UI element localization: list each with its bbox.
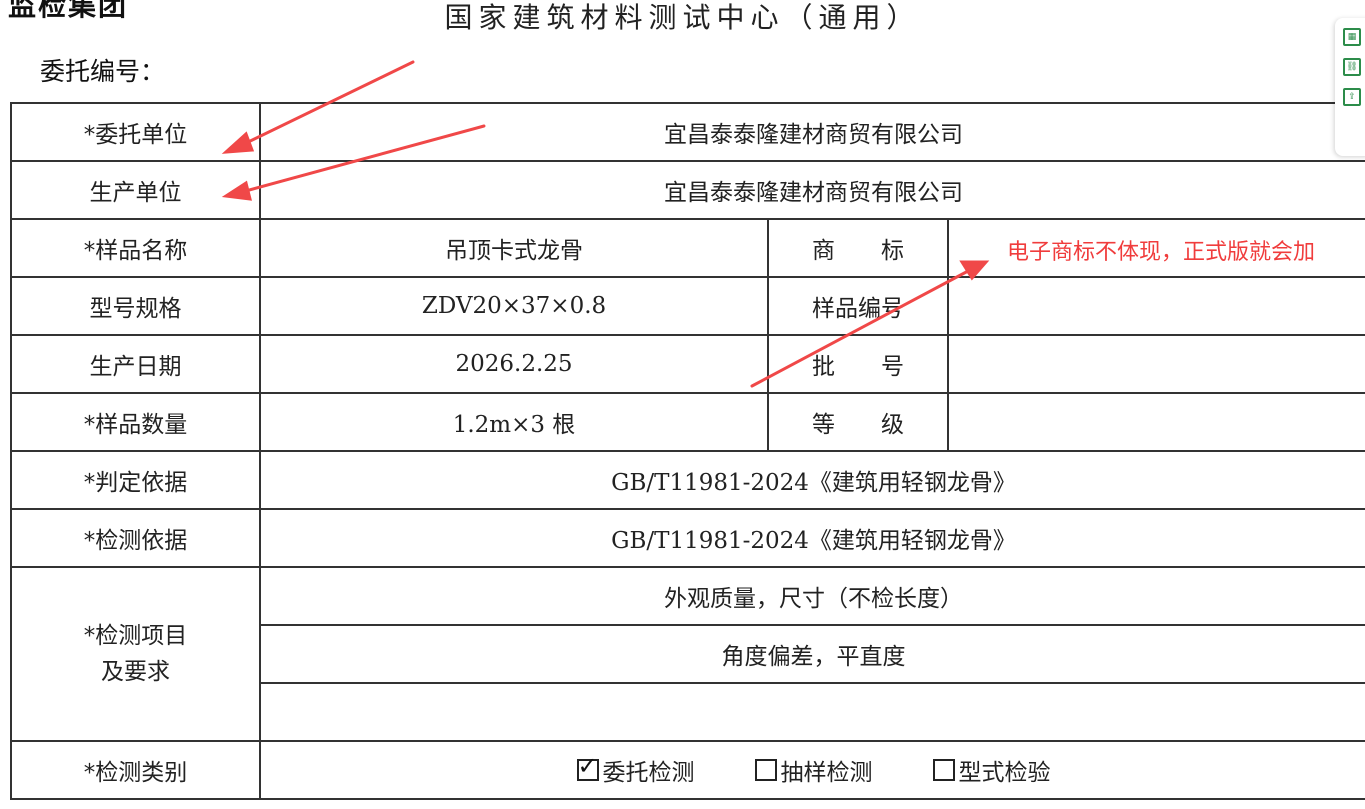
table-icon[interactable]: ▦ xyxy=(1343,28,1361,46)
trademark-label: 商 标 xyxy=(767,218,949,278)
checkbox-checked-icon[interactable] xyxy=(576,757,599,781)
share-icon[interactable]: ⇪ xyxy=(1343,88,1361,106)
sample-name-value[interactable]: 吊顶卡式龙骨 xyxy=(259,218,769,278)
commission-form-table: *委托单位 宜昌泰泰隆建材商贸有限公司 生产单位 宜昌泰泰隆建材商贸有限公司 *… xyxy=(10,102,1365,800)
commission-number-label: 委托编号： xyxy=(40,57,166,86)
row-model: 型号规格 ZDV20×37×0.8 样品编号 xyxy=(10,276,1365,336)
sample-no-label: 样品编号 xyxy=(767,276,949,336)
category-option-label: 型式检验 xyxy=(958,760,1051,786)
row-client: *委托单位 宜昌泰泰隆建材商贸有限公司 xyxy=(10,102,1365,162)
document-title: 国家建筑材料测试中心（通用） xyxy=(444,1,921,34)
row-judge-basis: *判定依据 GB/T11981-2024《建筑用轻钢龙骨》 xyxy=(10,450,1365,510)
annotation-note: 电子商标不体现，正式版就会加 xyxy=(1007,240,1316,265)
category-option-type-test[interactable]: 型式检验 xyxy=(932,753,1051,787)
category-option-label: 抽样检测 xyxy=(780,760,873,786)
test-item-3[interactable] xyxy=(258,682,1365,742)
test-items-label-line2: 及要求 xyxy=(101,659,170,685)
production-date-label: 生产日期 xyxy=(10,334,261,394)
model-value[interactable]: ZDV20×37×0.8 xyxy=(259,276,769,336)
batch-label: 批 号 xyxy=(767,334,949,394)
row-quantity: *样品数量 1.2m×3 根 等 级 xyxy=(10,392,1365,452)
sample-name-label: *样品名称 xyxy=(10,218,261,278)
sample-no-value[interactable] xyxy=(946,276,1365,336)
row-producer: 生产单位 宜昌泰泰隆建材商贸有限公司 xyxy=(10,160,1365,220)
checkbox-empty-icon[interactable] xyxy=(932,759,955,781)
production-date-value[interactable]: 2026.2.25 xyxy=(259,334,769,394)
quantity-label: *样品数量 xyxy=(10,392,261,452)
quantity-value[interactable]: 1.2m×3 根 xyxy=(259,392,769,452)
row-test-items-1: *检测项目 及要求 外观质量，尺寸（不检长度） xyxy=(10,566,1365,742)
link-icon[interactable]: ⛓ xyxy=(1343,58,1361,76)
batch-value[interactable] xyxy=(946,334,1365,394)
category-option-commission[interactable]: 委托检测 xyxy=(576,753,695,787)
producer-label: 生产单位 xyxy=(10,160,261,220)
test-basis-value[interactable]: GB/T11981-2024《建筑用轻钢龙骨》 xyxy=(258,508,1365,568)
judge-basis-value[interactable]: GB/T11981-2024《建筑用轻钢龙骨》 xyxy=(258,450,1365,510)
client-value[interactable]: 宜昌泰泰隆建材商贸有限公司 xyxy=(258,102,1365,162)
test-category-label: *检测类别 xyxy=(10,740,261,800)
test-item-1[interactable]: 外观质量，尺寸（不检长度） xyxy=(258,566,1365,626)
judge-basis-label: *判定依据 xyxy=(10,450,261,510)
grade-label: 等 级 xyxy=(767,392,949,452)
test-item-2[interactable]: 角度偏差，平直度 xyxy=(258,624,1365,684)
grade-value[interactable] xyxy=(946,392,1365,452)
test-items-label-line1: *检测项目 xyxy=(83,623,188,649)
checkbox-empty-icon[interactable] xyxy=(754,759,777,781)
row-test-basis: *检测依据 GB/T11981-2024《建筑用轻钢龙骨》 xyxy=(10,508,1365,568)
test-category-options: 委托检测 抽样检测 型式检验 xyxy=(258,740,1365,800)
model-label: 型号规格 xyxy=(10,276,261,336)
row-production-date: 生产日期 2026.2.25 批 号 xyxy=(10,334,1365,394)
floating-tool-sidebar: ▦ ⛓ ⇪ xyxy=(1335,18,1365,156)
category-option-sampling[interactable]: 抽样检测 xyxy=(754,753,873,787)
client-label: *委托单位 xyxy=(10,102,261,162)
test-items-label: *检测项目 及要求 xyxy=(10,566,261,742)
producer-value[interactable]: 宜昌泰泰隆建材商贸有限公司 xyxy=(258,160,1365,220)
test-basis-label: *检测依据 xyxy=(10,508,261,568)
category-option-label: 委托检测 xyxy=(602,760,695,786)
row-test-category: *检测类别 委托检测 抽样检测 型式检验 xyxy=(10,740,1365,800)
